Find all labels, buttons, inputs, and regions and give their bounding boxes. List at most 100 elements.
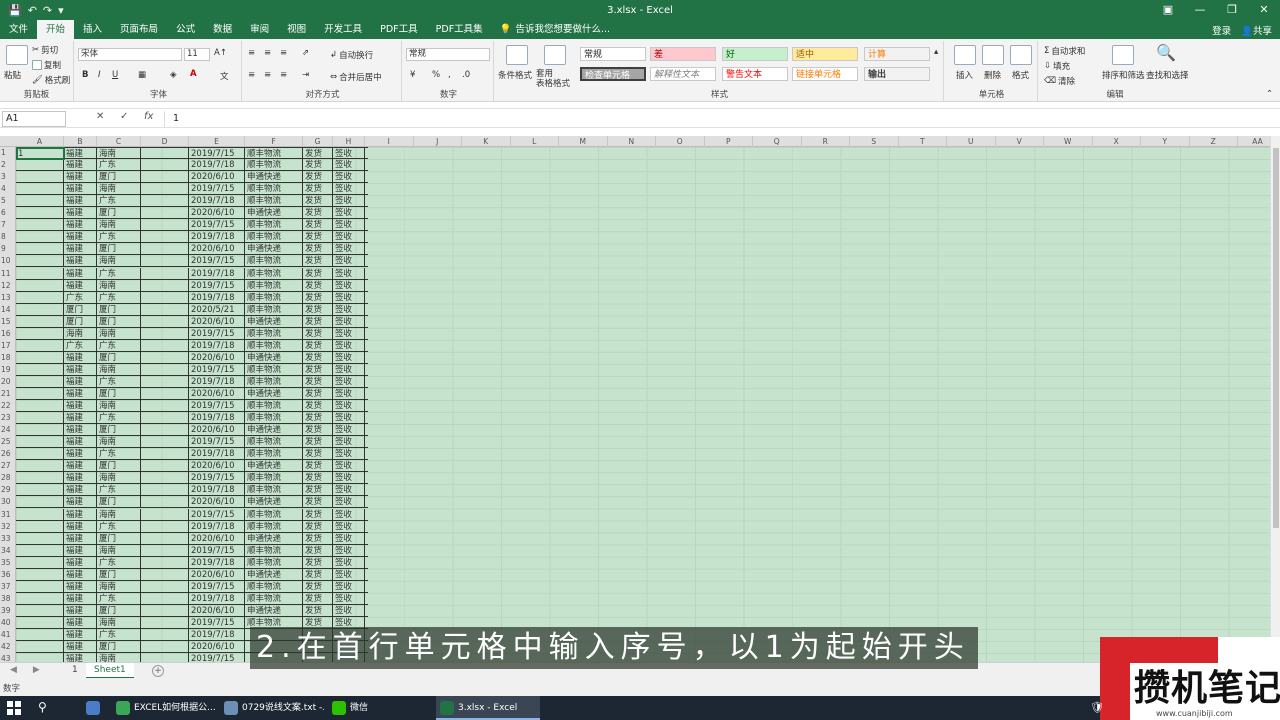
cell-c[interactable]: 海南 (97, 219, 141, 232)
cell-d[interactable] (141, 580, 189, 593)
cell-a[interactable] (16, 400, 64, 413)
cell-e[interactable]: 2019/7/18 (189, 629, 245, 641)
cell-h[interactable]: 签收 (333, 231, 365, 244)
align-bottom-icon[interactable]: ≡ (280, 48, 287, 58)
style-normal[interactable]: 常规 (580, 47, 646, 61)
cell-b[interactable]: 福建 (64, 243, 97, 256)
cell-b[interactable]: 福建 (64, 448, 97, 461)
cell-b[interactable]: 福建 (64, 171, 97, 184)
cell-g[interactable]: 发货 (303, 556, 333, 569)
font-name-select[interactable]: 宋体 (78, 48, 182, 61)
cell-h[interactable]: 签收 (333, 496, 365, 509)
row-header[interactable]: 1 (0, 147, 16, 159)
cell-f[interactable]: 顺丰物流 (245, 255, 303, 268)
cell-e[interactable]: 2020/6/10 (189, 243, 245, 256)
cell-e[interactable]: 2019/7/18 (189, 556, 245, 569)
row-header[interactable]: 37 (0, 581, 16, 593)
cell-a[interactable] (16, 207, 64, 220)
cell-c[interactable]: 广东 (97, 520, 141, 533)
cell-d[interactable] (141, 375, 189, 388)
font-size-select[interactable]: 11 (184, 48, 210, 61)
cell-d[interactable] (141, 436, 189, 449)
cell-b[interactable]: 福建 (64, 267, 97, 280)
next-sheet-icon[interactable]: ▶ (33, 665, 40, 675)
cell-a[interactable] (16, 375, 64, 388)
cell-d[interactable] (141, 351, 189, 364)
redo-icon[interactable]: ↷ (43, 4, 52, 17)
cell-a[interactable] (16, 388, 64, 400)
format-table-icon[interactable] (544, 45, 566, 65)
cell-f[interactable]: 顺丰物流 (245, 375, 303, 388)
row-header[interactable]: 41 (0, 629, 16, 641)
cell-a[interactable] (16, 315, 64, 328)
cell-f[interactable]: 顺丰物流 (245, 267, 303, 280)
row-header[interactable]: 39 (0, 605, 16, 617)
cell-f[interactable]: 申通快递 (245, 351, 303, 364)
cell-d[interactable] (141, 496, 189, 509)
tab-insert[interactable]: 插入 (74, 20, 111, 39)
prev-sheet-icon[interactable]: ◀ (10, 665, 17, 675)
cell-a[interactable] (16, 327, 64, 340)
cell-b[interactable]: 福建 (64, 532, 97, 545)
cell-e[interactable]: 2019/7/15 (189, 508, 245, 521)
cell-f[interactable]: 顺丰物流 (245, 327, 303, 340)
row-header[interactable]: 9 (0, 243, 16, 255)
cell-h[interactable]: 签收 (333, 508, 365, 521)
cell-c[interactable]: 海南 (97, 616, 141, 629)
orientation-icon[interactable]: ⇗ (302, 48, 309, 58)
cell-f[interactable]: 顺丰物流 (245, 508, 303, 521)
align-right-icon[interactable]: ≡ (280, 70, 287, 80)
cell-h[interactable]: 签收 (333, 303, 365, 316)
italic-button[interactable]: I (98, 70, 101, 80)
cell-b[interactable]: 福建 (64, 400, 97, 413)
cell-g[interactable]: 发货 (303, 219, 333, 232)
cell-h[interactable]: 签收 (333, 424, 365, 437)
cell-b[interactable]: 福建 (64, 219, 97, 232)
tab-pdf-tools[interactable]: PDF工具 (371, 20, 427, 39)
cell-d[interactable] (141, 460, 189, 473)
style-output[interactable]: 输出 (864, 67, 930, 81)
merge-center-button[interactable]: ⇔ 合并后居中 (330, 71, 382, 83)
cell-h[interactable]: 签收 (333, 592, 365, 605)
share-button[interactable]: 👤共享 (1241, 23, 1272, 37)
tab-view[interactable]: 视图 (278, 20, 315, 39)
taskbar-app-wechat[interactable]: 微信 (328, 696, 432, 720)
cell-a[interactable] (16, 267, 64, 280)
comma-icon[interactable]: , (448, 70, 451, 80)
column-header[interactable]: Z (1190, 136, 1238, 147)
cell-h[interactable]: 签收 (333, 544, 365, 557)
cell-c[interactable]: 海南 (97, 279, 141, 292)
border-icon[interactable]: ▦ (138, 70, 146, 80)
cell-f[interactable]: 顺丰物流 (245, 291, 303, 304)
cell-h[interactable]: 签收 (333, 472, 365, 485)
column-header[interactable]: A (16, 136, 64, 147)
row-header[interactable]: 22 (0, 400, 16, 412)
phonetic-icon[interactable]: 文 (220, 70, 229, 82)
cell-f[interactable]: 申通快递 (245, 568, 303, 581)
cell-g[interactable]: 发货 (303, 580, 333, 593)
cell-h[interactable]: 签收 (333, 255, 365, 268)
cell-c[interactable]: 海南 (97, 400, 141, 413)
cell-b[interactable]: 福建 (64, 231, 97, 244)
cell-c[interactable]: 广东 (97, 412, 141, 425)
cell-e[interactable]: 2020/6/10 (189, 460, 245, 473)
cell-h[interactable]: 签收 (333, 580, 365, 593)
column-header[interactable]: J (414, 136, 462, 147)
cell-g[interactable]: 发货 (303, 412, 333, 425)
cell-a[interactable] (16, 604, 64, 617)
taskbar-app-browser[interactable]: EXCEL如何根据公... (112, 696, 216, 720)
currency-icon[interactable]: ¥ (410, 70, 415, 80)
cell-c[interactable]: 广东 (97, 375, 141, 388)
cell-d[interactable] (141, 616, 189, 629)
cell-a[interactable] (16, 183, 64, 196)
cell-c[interactable]: 广东 (97, 556, 141, 569)
row-header[interactable]: 12 (0, 280, 16, 292)
cell-h[interactable]: 签收 (333, 436, 365, 449)
cell-e[interactable]: 2019/7/18 (189, 159, 245, 172)
name-box[interactable]: A1 (2, 111, 66, 127)
find-select-button[interactable]: 查找和选择 (1146, 69, 1189, 81)
cell-a[interactable] (16, 592, 64, 605)
cell-g[interactable]: 发货 (303, 159, 333, 172)
style-calculation[interactable]: 计算 (864, 47, 930, 61)
cell-f[interactable]: 顺丰物流 (245, 520, 303, 533)
